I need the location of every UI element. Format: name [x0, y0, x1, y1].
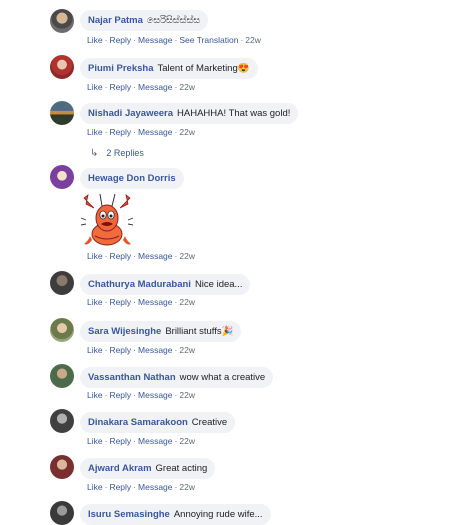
comment-author[interactable]: Ajward Akram: [88, 463, 152, 474]
comment-text: Creative: [191, 417, 228, 428]
like-link[interactable]: Like: [87, 390, 103, 400]
message-link[interactable]: Message: [138, 482, 173, 492]
comment-author[interactable]: Vassanthan Nathan: [88, 372, 176, 383]
comment-text: HAHAHHA! That was gold!: [177, 108, 291, 119]
like-link[interactable]: Like: [87, 345, 103, 355]
like-link[interactable]: Like: [87, 127, 103, 137]
message-link[interactable]: Message: [138, 297, 173, 307]
reply-link[interactable]: Reply: [109, 482, 131, 492]
comment-author[interactable]: Piumi Preksha: [88, 63, 153, 74]
comment-time[interactable]: 22w: [179, 345, 195, 355]
comment-actions: Like · Reply · Message · 22w: [87, 482, 195, 492]
comment-bubble: Isuru Semasinghe Annoying rude wife...: [80, 504, 271, 525]
reply-link[interactable]: Reply: [109, 345, 131, 355]
reply-link[interactable]: Reply: [109, 35, 131, 45]
comment-bubble: Piumi Preksha Talent of Marketing😍: [80, 58, 258, 79]
reply-link[interactable]: Reply: [109, 436, 131, 446]
comment-text: wow what a creative: [179, 372, 266, 383]
like-link[interactable]: Like: [87, 482, 103, 492]
reply-link[interactable]: Reply: [109, 251, 131, 261]
view-replies-link[interactable]: ↳ 2 Replies: [90, 148, 144, 159]
like-link[interactable]: Like: [87, 436, 103, 446]
comment-text: Great acting: [155, 463, 208, 474]
message-link[interactable]: Message: [138, 251, 173, 261]
comment-actions: Like · Reply · Message · 22w: [87, 436, 195, 446]
avatar[interactable]: [50, 455, 74, 479]
comment-time[interactable]: 22w: [179, 297, 195, 307]
message-link[interactable]: Message: [138, 436, 173, 446]
comment-time[interactable]: 22w: [179, 127, 195, 137]
comment-bubble: Dinakara Samarakoon Creative: [80, 412, 236, 433]
reply-arrow-icon: ↳: [90, 148, 99, 159]
message-link[interactable]: Message: [138, 127, 173, 137]
comment-author[interactable]: Hewage Don Dorris: [88, 173, 176, 184]
comment-bubble: Chathurya Madurabani Nice idea...: [80, 274, 251, 295]
lobster-sticker-icon: [80, 193, 134, 246]
avatar[interactable]: [50, 318, 74, 342]
comment-bubble: Ajward Akram Great acting: [80, 458, 216, 479]
see-translation-link[interactable]: See Translation: [179, 35, 238, 45]
comment-bubble: Najar Patma සෙරිසිස්ස්ස්ස: [80, 10, 209, 31]
comment-time[interactable]: 22w: [179, 251, 195, 261]
comment-bubble: Sara Wijesinghe Brilliant stuffs🎉: [80, 321, 242, 342]
avatar[interactable]: [50, 271, 74, 295]
message-link[interactable]: Message: [138, 82, 173, 92]
comment-actions: Like · Reply · Message · 22w: [87, 390, 195, 400]
comment-author[interactable]: Nishadi Jayaweera: [88, 108, 173, 119]
comment-actions: Like · Reply · Message · 22w: [87, 345, 195, 355]
like-link[interactable]: Like: [87, 82, 103, 92]
comment-actions: Like · Reply · Message · 22w: [87, 82, 195, 92]
comment-bubble: Nishadi Jayaweera HAHAHHA! That was gold!: [80, 103, 299, 124]
reply-link[interactable]: Reply: [109, 82, 131, 92]
avatar[interactable]: [50, 409, 74, 433]
comment-time[interactable]: 22w: [245, 35, 261, 45]
comment-text: සෙරිසිස්ස්ස්ස: [146, 15, 201, 26]
avatar[interactable]: [50, 9, 74, 33]
comment-actions: Like · Reply · Message · 22w: [87, 297, 195, 307]
comment-bubble: Hewage Don Dorris: [80, 168, 184, 189]
reply-link[interactable]: Reply: [109, 297, 131, 307]
avatar[interactable]: [50, 165, 74, 189]
reply-link[interactable]: Reply: [109, 127, 131, 137]
comment-actions: Like · Reply · Message · 22w: [87, 127, 195, 137]
reply-link[interactable]: Reply: [109, 390, 131, 400]
comment-actions: Like · Reply · Message · See Translation · 22w: [87, 35, 261, 45]
comment-time[interactable]: 22w: [179, 436, 195, 446]
message-link[interactable]: Message: [138, 345, 173, 355]
message-link[interactable]: Message: [138, 390, 173, 400]
comment-author[interactable]: Sara Wijesinghe: [88, 326, 161, 337]
heart-eyes-emoji: 😍: [237, 63, 250, 74]
comment-text: Talent of Marketing: [157, 63, 238, 74]
comment-actions: Like · Reply · Message · 22w: [87, 251, 195, 261]
like-link[interactable]: Like: [87, 297, 103, 307]
comment-text: Brilliant stuffs: [165, 326, 222, 337]
comment-bubble: Vassanthan Nathan wow what a creative: [80, 367, 274, 388]
comment-author[interactable]: Dinakara Samarakoon: [88, 417, 188, 428]
replies-count[interactable]: 2 Replies: [106, 148, 144, 158]
avatar[interactable]: [50, 501, 74, 525]
comment-time[interactable]: 22w: [179, 390, 195, 400]
avatar[interactable]: [50, 101, 74, 125]
avatar[interactable]: [50, 55, 74, 79]
message-link[interactable]: Message: [138, 35, 173, 45]
comment-author[interactable]: Chathurya Madurabani: [88, 279, 191, 290]
avatar[interactable]: [50, 364, 74, 388]
party-popper-emoji: 🎉: [221, 326, 234, 337]
like-link[interactable]: Like: [87, 251, 103, 261]
comment-author[interactable]: Najar Patma: [88, 15, 143, 26]
like-link[interactable]: Like: [87, 35, 103, 45]
comment-time[interactable]: 22w: [179, 482, 195, 492]
comment-text: Annoying rude wife...: [173, 509, 263, 520]
comment-text: Nice idea...: [194, 279, 243, 290]
comment-time[interactable]: 22w: [179, 82, 195, 92]
comment-author[interactable]: Isuru Semasinghe: [88, 509, 170, 520]
